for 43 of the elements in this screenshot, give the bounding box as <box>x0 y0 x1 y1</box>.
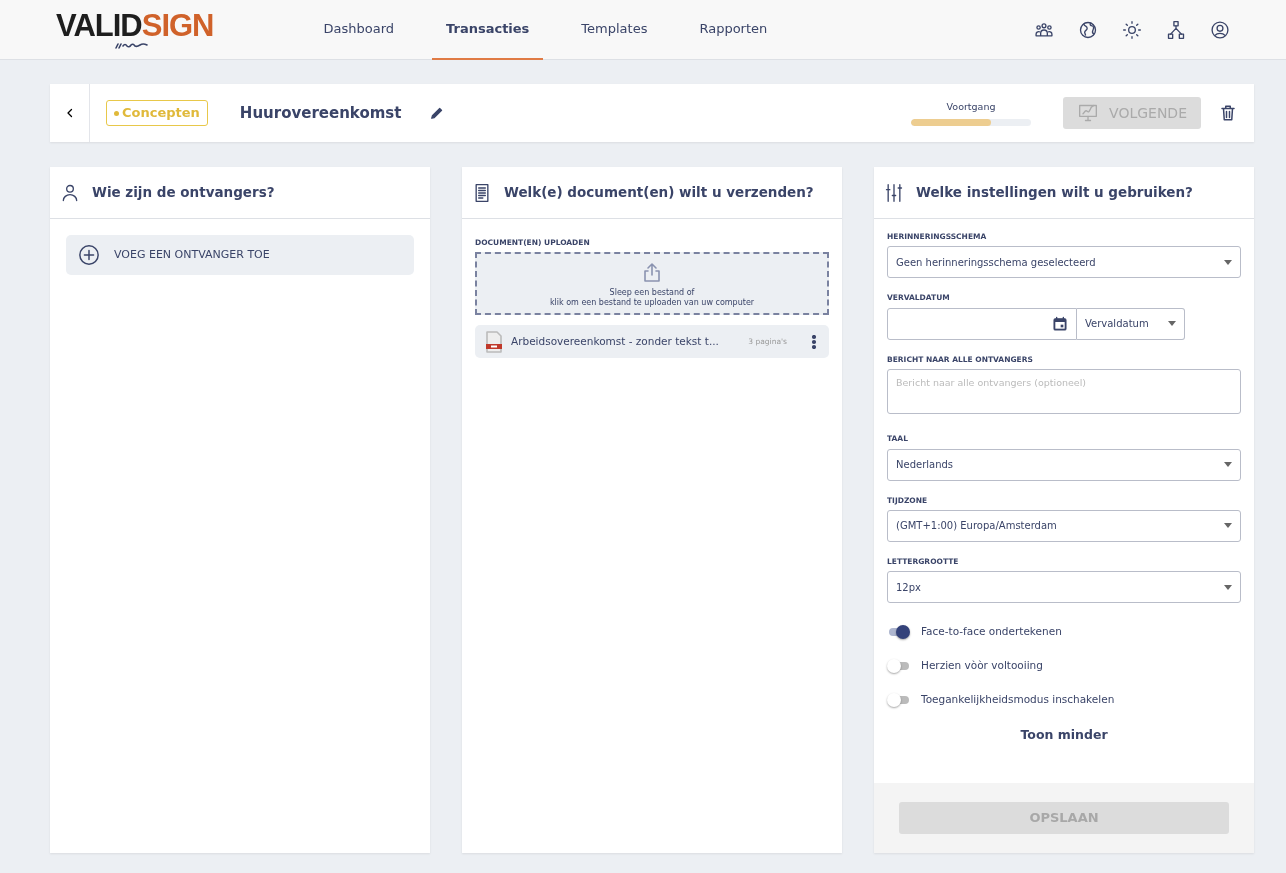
plus-circle-icon <box>78 244 100 266</box>
add-recipient-button[interactable]: VOEG EEN ONTVANGER TOE <box>66 235 414 275</box>
monitor-pen-icon <box>1077 103 1100 123</box>
toggle-switch[interactable] <box>887 625 909 639</box>
dropdown[interactable]: Nederlands <box>887 448 1241 481</box>
message-field[interactable]: Bericht naar alle ontvangers (optioneel) <box>887 368 1241 414</box>
logo: VALIDSIGN <box>56 10 214 41</box>
toggle-label: Face-to-face ondertekenen <box>921 624 1062 640</box>
calendar-icon <box>1052 315 1068 332</box>
more-options-icon[interactable] <box>809 334 819 349</box>
brightness-icon[interactable] <box>1122 19 1142 40</box>
drop-hint-text: klik om een bestand te uploaden van uw computer <box>549 297 755 308</box>
document-name: Arbeidsovereenkomst - zonder tekst t... <box>511 333 720 349</box>
globe-icon[interactable] <box>1078 19 1098 40</box>
trash-icon[interactable] <box>1219 104 1237 122</box>
toggle-switch[interactable] <box>887 693 909 707</box>
status-badge: Concepten <box>106 100 208 126</box>
file-drop-zone[interactable]: Sleep een bestand of klik om een bestand te uploaden van uw computer <box>475 252 829 316</box>
dropdown[interactable]: Geen herinneringsschema geselecteerd <box>887 246 1241 279</box>
drop-hint-text: Sleep een bestand of <box>609 288 695 298</box>
toggle-switch[interactable] <box>887 659 909 673</box>
panel-title: Welke instellingen wilt u gebruiken? <box>916 184 1193 201</box>
hierarchy-icon[interactable] <box>1166 19 1186 40</box>
date-input[interactable] <box>887 307 1077 340</box>
show-less-link[interactable]: Toon minder <box>1014 725 1114 746</box>
panel-title: Welk(e) document(en) wilt u verzenden? <box>504 184 814 201</box>
dropdown[interactable]: Vervaldatum <box>1077 307 1185 340</box>
sliders-icon <box>884 182 904 203</box>
transaction-title: Huurovereenkomst <box>238 102 402 124</box>
nav-tab[interactable]: Transacties <box>432 0 544 60</box>
nav-tab[interactable]: Templates <box>567 0 662 60</box>
nav-tab[interactable]: Dashboard <box>309 0 409 60</box>
file-icon <box>485 330 503 353</box>
toggle-label: Toegankelijkheidsmodus inschakelen <box>921 692 1115 708</box>
dropdown[interactable]: 12px <box>887 571 1241 603</box>
dropdown[interactable]: (GMT+1:00) Europa/Amsterdam <box>887 509 1241 542</box>
signature-scribble-icon <box>114 41 150 49</box>
panel-title: Wie zijn de ontvangers? <box>92 184 275 201</box>
person-icon <box>60 182 80 203</box>
user-account-icon[interactable] <box>1210 19 1230 40</box>
toggle-label: Herzien vòòr voltooiing <box>921 658 1043 674</box>
nav-tab[interactable]: Rapporten <box>685 0 782 60</box>
progress-label: Voortgang <box>946 100 996 115</box>
